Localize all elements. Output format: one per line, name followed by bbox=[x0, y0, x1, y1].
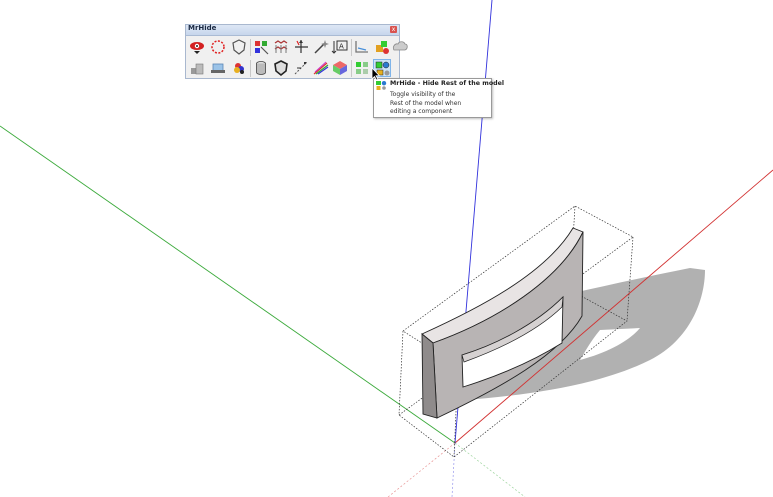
layer-tray-icon[interactable] bbox=[209, 59, 227, 77]
measure-tool-icon[interactable] bbox=[353, 38, 371, 56]
tooltip-line: Toggle visibility of the bbox=[390, 91, 456, 98]
section-arrow-icon[interactable] bbox=[292, 59, 310, 77]
shield-outline-icon[interactable] bbox=[230, 38, 248, 56]
mrhide-toolbar[interactable]: MrHide x A bbox=[185, 24, 408, 79]
red-axis-negative bbox=[387, 442, 456, 497]
selection-circle-icon[interactable] bbox=[209, 38, 227, 56]
tooltip-title: MrHide - Hide Rest of the model bbox=[390, 80, 505, 87]
rainbow-arc-icon[interactable] bbox=[312, 59, 330, 77]
tooltip-description: Toggle visibility of the Rest of the mod… bbox=[390, 91, 490, 117]
axis-arrow-icon[interactable] bbox=[292, 38, 310, 56]
tooltip-line: Rest of the model when bbox=[390, 99, 462, 107]
mouse-cursor-icon bbox=[371, 67, 381, 81]
toolbar-titlebar[interactable]: MrHide x bbox=[186, 24, 399, 36]
cloud-shape-icon[interactable] bbox=[391, 38, 409, 56]
grid-cubes-icon[interactable] bbox=[272, 38, 290, 56]
tooltip: MrHide - Hide Rest of the model Toggle v… bbox=[373, 78, 504, 118]
toolbar-separator bbox=[250, 60, 251, 77]
green-axis bbox=[0, 125, 456, 444]
toolbar-separator bbox=[250, 39, 251, 56]
tooltip-line: editing a component bbox=[390, 108, 453, 116]
color-palette-icon[interactable] bbox=[230, 59, 248, 77]
cylinder-icon[interactable] bbox=[252, 59, 270, 77]
svg-text:A: A bbox=[339, 43, 344, 51]
toolbar-separator bbox=[351, 60, 352, 77]
paint-cubes-icon[interactable] bbox=[373, 38, 391, 56]
toolbar-title: MrHide bbox=[188, 24, 217, 32]
shield-filled-icon[interactable] bbox=[272, 59, 290, 77]
green-squares-icon[interactable] bbox=[353, 59, 371, 77]
close-button[interactable]: x bbox=[390, 26, 397, 33]
green-axis-negative bbox=[454, 442, 526, 497]
hide-eye-icon[interactable] bbox=[188, 38, 206, 56]
color-box-icon[interactable] bbox=[331, 59, 349, 77]
text-label-icon[interactable]: A bbox=[331, 38, 349, 56]
stacked-boxes-icon[interactable] bbox=[188, 59, 206, 77]
magic-wand-icon[interactable] bbox=[312, 38, 330, 56]
color-cubes-icon[interactable] bbox=[252, 38, 270, 56]
toolbar-separator bbox=[351, 39, 352, 56]
hide-rest-icon bbox=[376, 81, 387, 90]
